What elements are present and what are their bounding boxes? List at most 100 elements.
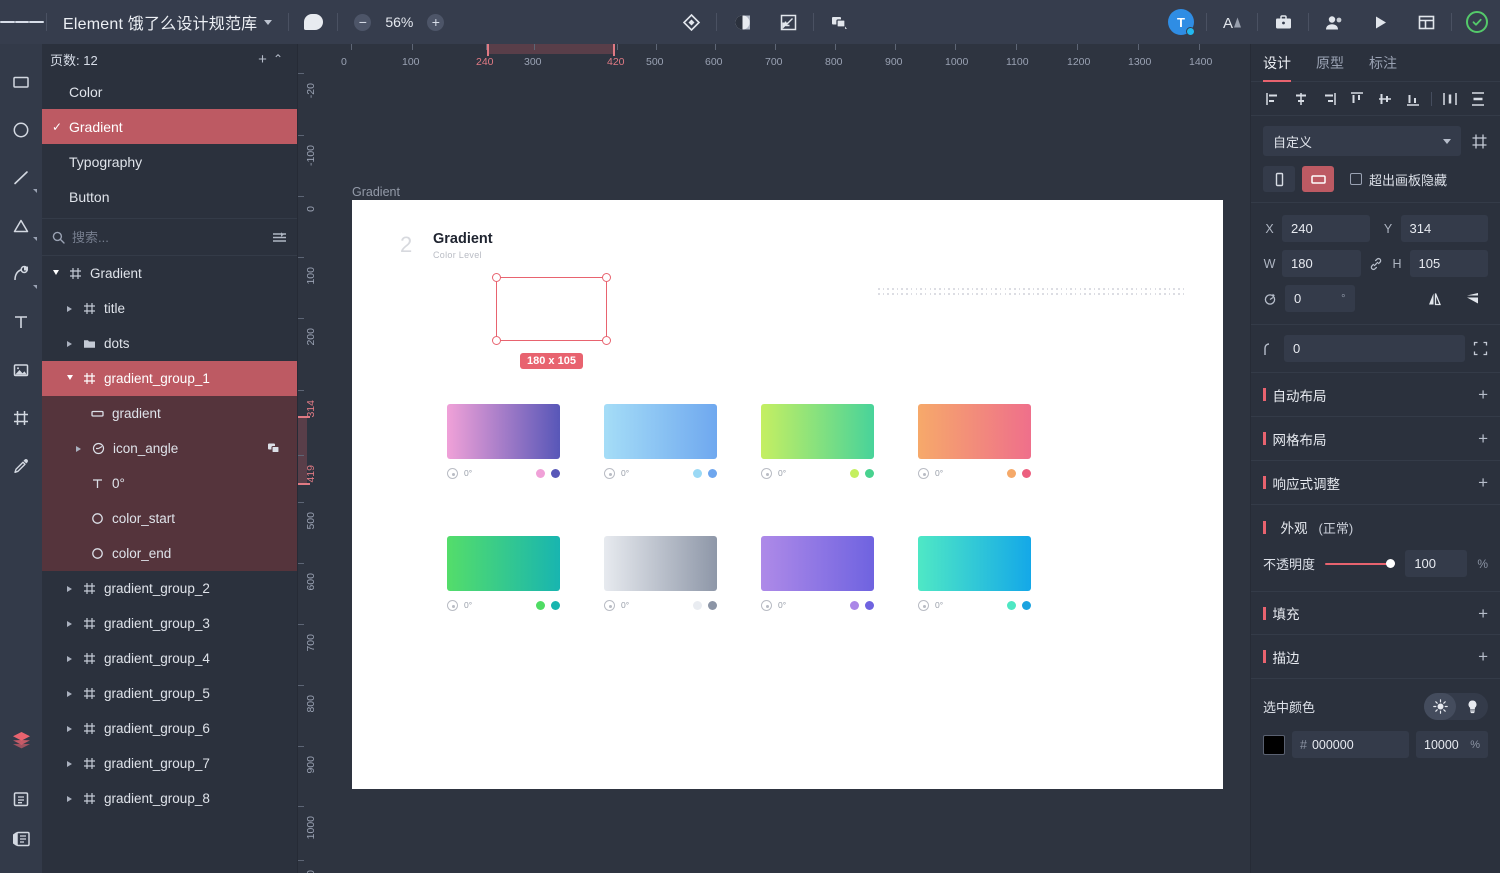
color-stop-end[interactable] [865, 468, 874, 478]
text-tool[interactable] [0, 298, 42, 346]
color-stop-end[interactable] [1022, 468, 1031, 478]
layer-row-gradient-group-6[interactable]: gradient_group_6 [42, 711, 297, 746]
layer-row-gradient-group-1[interactable]: gradient_group_1 [42, 361, 297, 396]
symbol-icon[interactable] [267, 442, 281, 455]
zoom-level-value[interactable]: 56% [382, 14, 416, 30]
h-input[interactable]: 105 [1409, 250, 1488, 277]
twisty-closed-icon[interactable] [64, 795, 75, 802]
x-input[interactable]: 240 [1282, 215, 1370, 242]
fill-section-header[interactable]: 填充 + [1251, 591, 1500, 635]
layer-row-icon-angle[interactable]: icon_angle [42, 431, 297, 466]
add-stroke-button[interactable]: + [1478, 648, 1488, 665]
layer-row-color-end[interactable]: color_end [42, 536, 297, 571]
tab-prototype[interactable]: 原型 [1316, 53, 1357, 81]
w-input[interactable]: 180 [1282, 250, 1361, 277]
color-stop-end[interactable] [865, 600, 874, 610]
twisty-closed-icon[interactable] [64, 760, 75, 767]
layers-panel-icon[interactable] [0, 719, 42, 759]
add-grid-layout-button[interactable]: + [1478, 430, 1488, 447]
gradient-swatch[interactable] [604, 404, 717, 459]
layout-icon[interactable] [1403, 0, 1449, 44]
twisty-closed-icon[interactable] [73, 445, 84, 452]
color-stop-start[interactable] [1007, 600, 1016, 610]
add-responsive-button[interactable]: + [1478, 474, 1488, 491]
eyedropper-tool[interactable] [0, 442, 42, 490]
canvas-area[interactable]: 0 100 240 300 420 500 600 700 800 900 1000 1100 1200… [298, 44, 1250, 873]
expand-radius-icon[interactable] [1473, 341, 1488, 356]
layer-row-gradient-group-8[interactable]: gradient_group_8 [42, 781, 297, 816]
align-middle-v-icon[interactable] [1371, 85, 1399, 113]
assets-panel-icon[interactable] [0, 779, 42, 819]
layer-row-gradient-group-2[interactable]: gradient_group_2 [42, 571, 297, 606]
resize-handle-tl[interactable] [492, 273, 501, 282]
hex-input[interactable]: # 000000 [1292, 731, 1409, 758]
fit-frame-icon[interactable] [1471, 133, 1488, 150]
align-top-icon[interactable] [1343, 85, 1371, 113]
link-icon[interactable] [1369, 257, 1383, 271]
grid-layout-section-header[interactable]: 网格布局 + [1251, 417, 1500, 461]
layer-row-color-start[interactable]: color_start [42, 501, 297, 536]
layer-row-gradient-group-4[interactable]: gradient_group_4 [42, 641, 297, 676]
distribute-v-icon[interactable] [1464, 85, 1492, 113]
tab-annotation[interactable]: 标注 [1369, 53, 1410, 81]
gradient-card[interactable]: 0° [761, 404, 874, 479]
color-stop-start[interactable] [1007, 468, 1016, 478]
color-stop-start[interactable] [850, 468, 859, 478]
font-icon[interactable]: A [1209, 0, 1255, 44]
gradient-swatch[interactable] [761, 536, 874, 591]
layer-row-gradient-group-7[interactable]: gradient_group_7 [42, 746, 297, 781]
gradient-swatch[interactable] [918, 536, 1031, 591]
horizontal-ruler[interactable]: 0 100 240 300 420 500 600 700 800 900 1000 1100 1200… [298, 44, 1250, 72]
color-stop-end[interactable] [551, 468, 560, 478]
color-stop-start[interactable] [693, 600, 702, 610]
filter-icon[interactable] [272, 231, 287, 244]
export-icon[interactable] [765, 0, 811, 44]
color-mode-toggle[interactable] [1424, 693, 1488, 720]
rectangle-tool[interactable] [0, 58, 42, 106]
gradient-swatch[interactable] [447, 404, 560, 459]
distribute-h-icon[interactable] [1436, 85, 1464, 113]
bulb-icon[interactable] [1456, 693, 1488, 720]
twisty-closed-icon[interactable] [64, 340, 75, 347]
color-swatch[interactable] [1263, 734, 1285, 755]
document-title-menu[interactable]: Element 饿了么设计规范库 [49, 10, 286, 34]
saved-check-icon[interactable] [1454, 0, 1500, 44]
auto-layout-section-header[interactable]: 自动布局 + [1251, 373, 1500, 417]
flip-vertical-icon[interactable] [1456, 286, 1488, 312]
brightness-icon[interactable] [1424, 693, 1456, 720]
corner-radius-input[interactable]: 0 [1284, 335, 1465, 362]
gradient-swatch[interactable] [604, 536, 717, 591]
flip-horizontal-icon[interactable] [1418, 286, 1450, 312]
artboard-name-label[interactable]: Gradient [352, 185, 400, 199]
zoom-out-button[interactable]: − [354, 13, 372, 31]
layer-row-gradient[interactable]: gradient [42, 396, 297, 431]
twisty-open-icon[interactable] [64, 374, 75, 383]
opacity-input[interactable]: 100 [1405, 550, 1468, 577]
layer-row-gradient-root[interactable]: Gradient [42, 256, 297, 291]
portrait-icon[interactable] [1263, 166, 1295, 192]
color-stop-start[interactable] [693, 468, 702, 478]
triangle-tool[interactable] [0, 202, 42, 250]
twisty-open-icon[interactable] [50, 269, 61, 278]
y-input[interactable]: 314 [1400, 215, 1488, 242]
align-bottom-icon[interactable] [1399, 85, 1427, 113]
gradient-swatch[interactable] [761, 404, 874, 459]
page-item-gradient[interactable]: ✓ Gradient [42, 109, 297, 144]
ellipse-tool[interactable] [0, 106, 42, 154]
diamond-icon[interactable] [668, 0, 714, 44]
collapse-pages-button[interactable]: ⌃ [273, 53, 283, 65]
preset-select[interactable]: 自定义 [1263, 126, 1461, 156]
color-stop-end[interactable] [708, 468, 717, 478]
clip-content-checkbox[interactable] [1350, 173, 1362, 185]
landscape-icon[interactable] [1302, 166, 1334, 192]
search-input[interactable] [72, 229, 265, 245]
layer-row-angle-text[interactable]: 0° [42, 466, 297, 501]
twisty-closed-icon[interactable] [64, 655, 75, 662]
opacity-slider[interactable] [1325, 557, 1396, 571]
gradient-card[interactable]: 0° [918, 404, 1031, 479]
line-tool[interactable] [0, 154, 42, 202]
avatar[interactable]: T [1158, 0, 1204, 44]
tab-design[interactable]: 设计 [1263, 53, 1304, 82]
color-stop-end[interactable] [551, 600, 560, 610]
pen-tool[interactable] [0, 250, 42, 298]
